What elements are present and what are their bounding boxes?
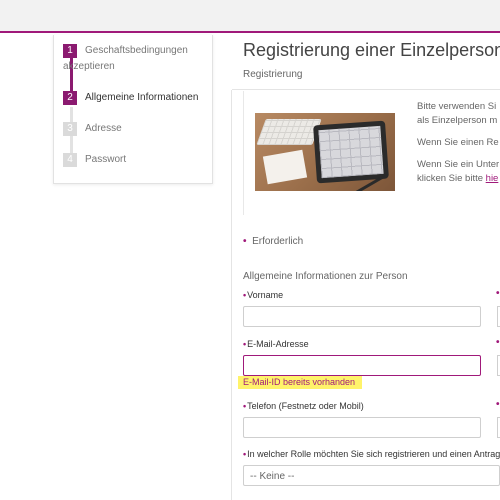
- telefon-label-text: Telefon (Festnetz oder Mobil): [247, 401, 364, 411]
- email-label-text: E-Mail-Adresse: [247, 339, 309, 349]
- desk-tablet-image: [255, 113, 395, 191]
- content-divider: [231, 90, 232, 500]
- keyboard-graphic: [256, 119, 322, 145]
- vorname-label: •Vorname: [243, 290, 283, 300]
- registration-stepper: 1 Geschaftsbedingungen akzeptieren 2 Allge…: [53, 35, 213, 184]
- step-address: 3 Adresse: [63, 121, 122, 137]
- vorname-input[interactable]: [243, 306, 481, 327]
- required-star: •: [243, 339, 247, 349]
- required-star: •: [243, 236, 247, 247]
- top-bar: [0, 0, 500, 33]
- page-subtitle: Registrierung: [243, 69, 303, 80]
- tablet-graphic: [313, 120, 389, 184]
- required-star: •: [243, 290, 247, 300]
- info-text-line-with-link: klicken Sie bitte hie: [417, 173, 498, 184]
- step-number: 2: [63, 91, 77, 105]
- required-note: • Erforderlich: [243, 236, 303, 247]
- info-text-line: Wenn Sie ein Unter: [417, 159, 500, 170]
- header-divider: [232, 89, 500, 90]
- step-terms[interactable]: 1 Geschaftsbedingungen akzeptieren: [63, 43, 211, 75]
- vorname-label-text: Vorname: [247, 290, 284, 300]
- info-text: klicken Sie bitte: [417, 173, 486, 184]
- rolle-label: •In welcher Rolle möchten Sie sich regis…: [243, 449, 500, 459]
- paper-graphic: [262, 149, 308, 185]
- step-label: Allgemeine Informationen: [85, 92, 199, 103]
- info-text-line: Bitte verwenden Si: [417, 101, 497, 112]
- tablet-screen: [318, 125, 384, 179]
- email-input[interactable]: [243, 355, 481, 376]
- right-column-required-star: •: [496, 288, 500, 299]
- right-column-required-star: •: [496, 399, 500, 410]
- step-password: 4 Passwort: [63, 152, 126, 168]
- required-star: •: [243, 401, 247, 411]
- step-number: 3: [63, 122, 77, 136]
- step-label: Adresse: [85, 123, 122, 134]
- page-title: Registrierung einer Einzelperson: [243, 40, 500, 60]
- required-note-text: Erforderlich: [252, 236, 304, 247]
- rolle-label-text: In welcher Rolle möchten Sie sich regist…: [247, 449, 500, 459]
- step-general-info[interactable]: 2 Allgemeine Informationen: [63, 90, 198, 106]
- step-number: 4: [63, 153, 77, 167]
- telefon-label: •Telefon (Festnetz oder Mobil): [243, 401, 364, 411]
- step-label: Passwort: [85, 154, 127, 165]
- required-star: •: [243, 449, 247, 459]
- telefon-input[interactable]: [243, 417, 481, 438]
- right-column-required-star: •: [496, 337, 500, 348]
- info-text-line: Wenn Sie einen Re: [417, 137, 499, 148]
- email-label: •E-Mail-Adresse: [243, 339, 309, 349]
- rolle-select[interactable]: -- Keine --: [243, 465, 500, 486]
- section-heading: Allgemeine Informationen zur Person: [243, 271, 408, 282]
- info-link[interactable]: hie: [486, 173, 499, 184]
- info-text-line: als Einzelperson m: [417, 115, 498, 126]
- step-number: 1: [63, 44, 77, 58]
- step-label: Geschaftsbedingungen akzeptieren: [63, 45, 188, 72]
- email-error-message: E-Mail-ID bereits vorhanden: [238, 376, 362, 389]
